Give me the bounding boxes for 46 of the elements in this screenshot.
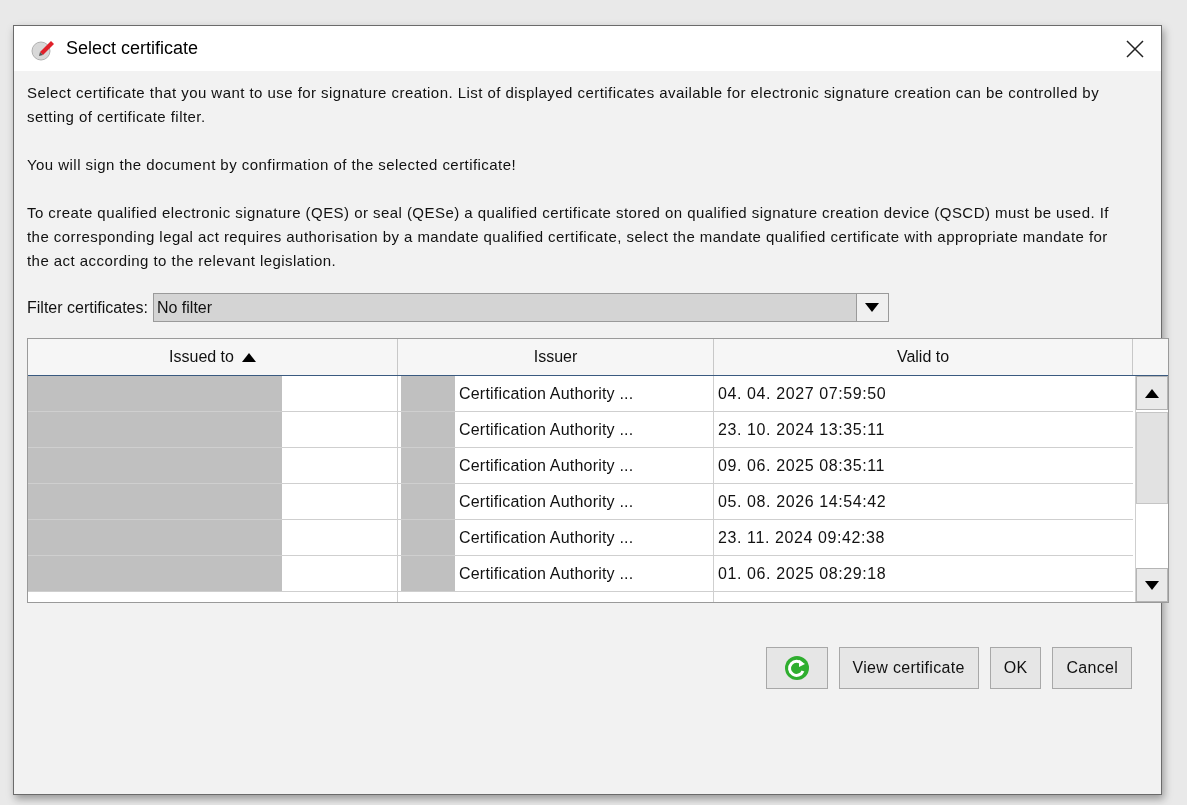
info-paragraph: You will sign the document by confirmation of the selected certificate! xyxy=(27,155,518,175)
table-cell-text: Certification Authority ... xyxy=(458,491,634,512)
down-arrow-icon xyxy=(1145,580,1159,590)
close-icon xyxy=(1126,39,1144,58)
vertical-scrollbar[interactable] xyxy=(1135,376,1168,602)
table-cell-text: Certification Authority ... xyxy=(458,563,634,584)
table-cell-text: 01. 06. 2025 08:29:18 xyxy=(717,563,887,584)
column-header-label: Issued to xyxy=(169,347,234,367)
dropdown-value: No filter xyxy=(155,297,214,318)
table-cell-text: Certification Authority ... xyxy=(458,419,634,440)
table-cell-text: 05. 08. 2026 14:54:42 xyxy=(717,491,887,512)
dropdown-arrow-button[interactable] xyxy=(855,294,888,321)
table-cell-text: Certification Authority ... xyxy=(458,455,634,476)
refresh-button[interactable] xyxy=(765,647,828,689)
window-title: Select certificate xyxy=(66,37,199,60)
table-row[interactable]: Certification Authority ... 23. 10. 2024 13:35:11 xyxy=(28,412,1133,448)
column-header[interactable]: Issuer xyxy=(398,339,714,375)
filter-dropdown[interactable]: No filter xyxy=(152,293,889,322)
table-row[interactable]: Certification Authority ... 01. 06. 2025 08:29:18 xyxy=(28,556,1133,592)
scrollbar-thumb[interactable] xyxy=(1136,412,1168,504)
scroll-down-button[interactable] xyxy=(1136,568,1168,602)
table-cell-text: Certification Authority ... xyxy=(458,383,634,404)
table-cell-text: 09. 06. 2025 08:35:11 xyxy=(717,455,886,476)
table-cell-text: 23. 10. 2024 13:35:11 xyxy=(717,419,886,440)
table-cell-text: 23. 11. 2024 09:42:38 xyxy=(717,527,886,548)
info-paragraph: To create qualified electronic signature (QES) or seal (QESe) a qualified certificate stored on qualified signature creation device (QSCD) must be used. If the corresponding legal act requires authorisation by a mandate qualified certificate, select the mandate qualified certificate with appropriate mandate for the act according to the relevant legislation. xyxy=(27,203,1110,271)
table-row[interactable]: Certification Authority ... 09. 06. 2025 08:35:11 xyxy=(28,448,1133,484)
caret-icon xyxy=(865,303,880,312)
column-header[interactable]: Valid to xyxy=(714,339,1133,375)
filter-label: Filter certificates: xyxy=(27,297,148,318)
table-cell-text: 04. 04. 2027 07:59:50 xyxy=(717,383,887,404)
dialog-button[interactable]: View certificate xyxy=(838,647,979,689)
up-arrow-icon xyxy=(1145,388,1159,398)
scroll-up-button[interactable] xyxy=(1136,376,1168,410)
dialog-button[interactable]: OK xyxy=(989,647,1042,689)
table-row[interactable]: Certification Authority ... 04. 04. 2027 07:59:50 xyxy=(28,376,1133,412)
dialog-button[interactable]: Cancel xyxy=(1052,647,1132,689)
table-cell-text: Certification Authority ... xyxy=(458,527,634,548)
refresh-icon xyxy=(783,655,810,681)
column-header[interactable]: Issued to xyxy=(28,339,398,375)
table-row[interactable]: Certification Authority ... 23. 11. 2024 09:42:38 xyxy=(28,520,1133,556)
column-header-label: Valid to xyxy=(896,347,950,367)
table-row[interactable]: Certification Authority ... 05. 08. 2026 14:54:42 xyxy=(28,484,1133,520)
column-header-label: Issuer xyxy=(533,347,578,367)
sort-ascending-icon xyxy=(241,352,256,362)
info-paragraph: Select certificate that you want to use for signature creation. List of displayed certificates available for electronic signature creation can be controlled by setting of certificate filter. xyxy=(27,83,1101,127)
